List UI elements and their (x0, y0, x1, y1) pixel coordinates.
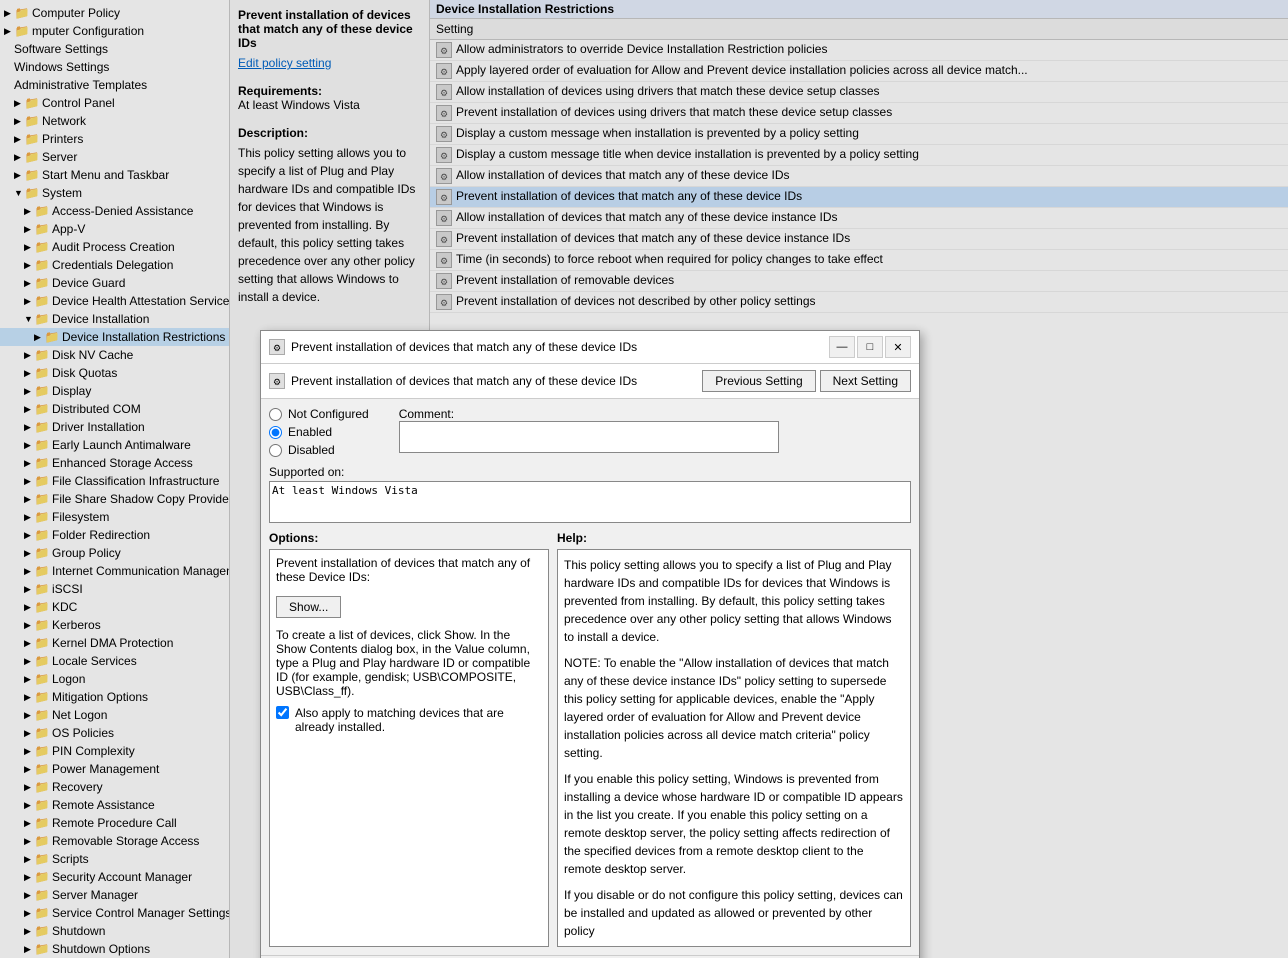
disabled-radio[interactable] (269, 444, 282, 457)
also-apply-label: Also apply to matching devices that are … (295, 706, 542, 734)
disabled-text: Disabled (288, 443, 335, 457)
radio-group: Not Configured Enabled Disabled (269, 407, 369, 457)
show-button[interactable]: Show... (276, 596, 341, 618)
not-configured-text: Not Configured (288, 407, 369, 421)
minimize-button[interactable]: — (829, 336, 855, 358)
help-box: This policy setting allows you to specif… (557, 549, 911, 947)
enabled-text: Enabled (288, 425, 332, 439)
modal-titlebar: ⚙ Prevent installation of devices that m… (261, 331, 919, 364)
enabled-radio[interactable] (269, 426, 282, 439)
help-panel: Help: This policy setting allows you to … (557, 531, 911, 947)
options-box: Prevent installation of devices that mat… (269, 549, 549, 947)
comment-textarea[interactable] (399, 421, 779, 453)
options-help-section: Options: Prevent installation of devices… (269, 531, 911, 947)
modal-title: Prevent installation of devices that mat… (291, 340, 637, 354)
modal-header-row: ⚙ Prevent installation of devices that m… (261, 364, 919, 399)
next-setting-button[interactable]: Next Setting (820, 370, 911, 392)
supported-on-label: Supported on: (269, 465, 911, 479)
help-text3: If you enable this policy setting, Windo… (564, 770, 904, 878)
options-label: Options: (269, 531, 549, 545)
modal-policy-name-area: ⚙ Prevent installation of devices that m… (269, 373, 702, 389)
supported-on-section: Supported on: (269, 465, 911, 523)
modal-policy-icon: ⚙ (269, 373, 285, 389)
modal-overlay: ⚙ Prevent installation of devices that m… (0, 0, 1288, 958)
disabled-label[interactable]: Disabled (269, 443, 369, 457)
modal-nav-buttons: Previous Setting Next Setting (702, 370, 911, 392)
not-configured-label[interactable]: Not Configured (269, 407, 369, 421)
policy-settings-modal: ⚙ Prevent installation of devices that m… (260, 330, 920, 958)
maximize-button[interactable]: □ (857, 336, 883, 358)
radio-comment-section: Not Configured Enabled Disabled Comment: (269, 407, 911, 457)
modal-body: Not Configured Enabled Disabled Comment: (261, 399, 919, 955)
modal-titlebar-controls: — □ ✕ (829, 336, 911, 358)
help-text2: NOTE: To enable the "Allow installation … (564, 654, 904, 762)
help-text1: This policy setting allows you to specif… (564, 556, 904, 646)
comment-section: Comment: (399, 407, 779, 453)
modal-policy-name: Prevent installation of devices that mat… (291, 374, 637, 388)
options-title: Prevent installation of devices that mat… (276, 556, 542, 584)
close-button[interactable]: ✕ (885, 336, 911, 358)
not-configured-radio[interactable] (269, 408, 282, 421)
comment-label: Comment: (399, 407, 779, 421)
options-desc3: (for example, gendisk; USB\COMPOSITE, US… (276, 670, 516, 698)
previous-setting-button[interactable]: Previous Setting (702, 370, 815, 392)
options-desc1: To create a list of devices, click Show.… (276, 628, 530, 656)
enabled-label[interactable]: Enabled (269, 425, 369, 439)
also-apply-checkbox[interactable] (276, 706, 289, 719)
options-panel: Options: Prevent installation of devices… (269, 531, 549, 947)
modal-titlebar-icon: ⚙ (269, 339, 285, 355)
also-apply-row: Also apply to matching devices that are … (276, 706, 542, 734)
help-label: Help: (557, 531, 911, 545)
help-text4: If you disable or do not configure this … (564, 886, 904, 940)
supported-on-textarea (269, 481, 911, 523)
